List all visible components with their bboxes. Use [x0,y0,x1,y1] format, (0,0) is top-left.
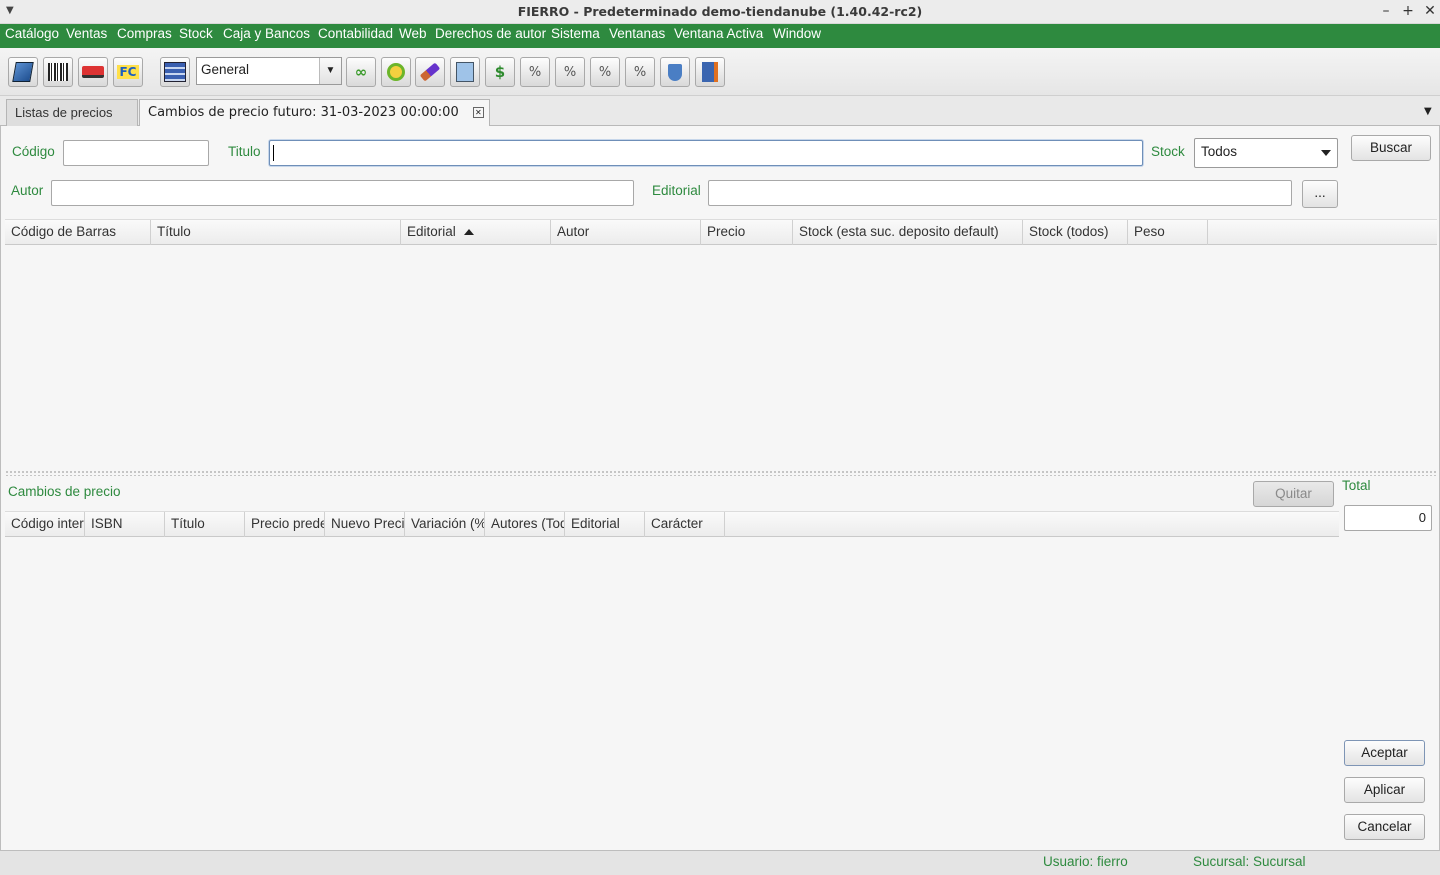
tab-cambios-de-precio-futuro[interactable]: Cambios de precio futuro: 31-03-2023 00:… [139,99,490,127]
menu-compras[interactable]: Compras [117,26,172,41]
close-window-button[interactable]: ✕ [1421,3,1439,19]
column-isbn[interactable]: ISBN [85,512,165,537]
codigo-label: Código [12,144,55,159]
menu-ventana-activa[interactable]: Ventana Activa [674,26,763,41]
column-autor[interactable]: Autor [551,220,701,245]
cancelar-button[interactable]: Cancelar [1344,814,1425,840]
editorial-label: Editorial [652,183,701,198]
results-table-header: Código de Barras Título Editorial Autor … [5,219,1437,245]
total-label: Total [1342,478,1371,493]
stock-select[interactable]: Todos [1194,138,1338,168]
menu-caja-y-bancos[interactable]: Caja y Bancos [223,26,310,41]
tab-label: Listas de precios [15,105,113,120]
titulo-input[interactable] [269,140,1143,166]
column-nuevo-precio[interactable]: Nuevo Preci [325,512,405,537]
target-icon[interactable] [381,57,411,87]
column-variacion[interactable]: Variación (% [405,512,485,537]
search-doc-icon[interactable] [450,57,480,87]
money-edit-icon[interactable]: $ [485,57,515,87]
status-usuario: Usuario: fierro [1043,854,1128,869]
column-titulo[interactable]: Título [165,512,245,537]
buscar-button[interactable]: Buscar [1351,135,1431,161]
autor-label: Autor [11,183,44,198]
editorial-more-button[interactable]: ... [1302,180,1338,208]
stock-label: Stock [1151,144,1185,159]
changes-table-header: Código interr ISBN Título Precio prede N… [5,511,1339,537]
toolbar-selector-value: General [201,62,250,77]
menu-window[interactable]: Window [773,26,821,41]
maximize-button[interactable]: + [1399,3,1417,19]
tab-list-chevron-icon[interactable]: ▼ [1424,106,1432,117]
total-field: 0 [1344,505,1432,531]
column-peso[interactable]: Peso [1128,220,1208,245]
percent-edit-icon[interactable]: % [625,57,655,87]
quitar-button[interactable]: Quitar [1253,481,1334,507]
split-pane-divider[interactable] [5,470,1437,476]
stock-select-value: Todos [1201,144,1238,159]
menu-contabilidad[interactable]: Contabilidad [318,26,393,41]
column-editorial-label: Editorial [407,224,456,239]
column-autores[interactable]: Autores (Tod [485,512,565,537]
percent-edit-icon[interactable]: % [520,57,550,87]
menu-catalogo[interactable]: Catálogo [5,26,59,41]
menu-web[interactable]: Web [399,26,427,41]
menu-ventanas[interactable]: Ventanas [609,26,665,41]
changes-table-body[interactable] [5,538,1339,838]
toolbar: FC General ▼ ∞ $ % % % % [0,48,1440,96]
column-editorial[interactable]: Editorial [401,220,551,245]
percent-edit-icon[interactable]: % [555,57,585,87]
content-panel: Código Titulo Stock Todos Buscar Autor E… [0,126,1440,850]
menu-ventas[interactable]: Ventas [66,26,107,41]
links-icon[interactable]: ∞ [346,57,376,87]
column-caracter[interactable]: Carácter [645,512,725,537]
toolbar-selector[interactable]: General ▼ [196,57,342,85]
autor-input[interactable] [51,180,634,206]
truck-icon[interactable] [78,57,108,87]
aceptar-button[interactable]: Aceptar [1344,740,1425,766]
tab-bar: Listas de precios Cambios de precio futu… [0,96,1440,127]
book-icon[interactable] [8,57,38,87]
menu-stock[interactable]: Stock [179,26,213,41]
barcode-icon[interactable] [43,57,73,87]
stack-icon[interactable] [160,57,190,87]
minimize-button[interactable]: – [1377,3,1395,19]
aplicar-button[interactable]: Aplicar [1344,777,1425,803]
codigo-input[interactable] [63,140,209,166]
tab-listas-de-precios[interactable]: Listas de precios [6,99,138,126]
menu-derechos-de-autor[interactable]: Derechos de autor [435,26,546,41]
chevron-down-icon [1321,150,1331,156]
window-title: FIERRO - Predeterminado demo-tiendanube … [517,4,923,19]
close-tab-icon[interactable]: ✕ [472,107,484,118]
shield-icon[interactable] [660,57,690,87]
window-titlebar: ▼ FIERRO - Predeterminado demo-tiendanub… [0,0,1440,24]
column-precio-predeterminado[interactable]: Precio prede [245,512,325,537]
column-codigo-interno[interactable]: Código interr [5,512,85,537]
invoice-fc-icon[interactable]: FC [113,57,143,87]
menu-bar: Catálogo Ventas Compras Stock Caja y Ban… [0,24,1440,48]
menu-sistema[interactable]: Sistema [551,26,600,41]
chevron-down-icon: ▼ [319,58,341,84]
status-bar: Usuario: fierro Sucursal: Sucursal [0,850,1440,875]
column-precio[interactable]: Precio [701,220,793,245]
results-table-body[interactable] [5,246,1437,468]
status-sucursal: Sucursal: Sucursal [1193,854,1306,869]
eraser-icon[interactable] [415,57,445,87]
tab-label: Cambios de precio futuro: 31-03-2023 00:… [148,105,459,120]
percent-edit-icon[interactable]: % [590,57,620,87]
column-editorial[interactable]: Editorial [565,512,645,537]
exit-icon[interactable] [695,57,725,87]
text-caret [273,145,274,161]
column-codigo-de-barras[interactable]: Código de Barras [5,220,151,245]
titulo-label: Titulo [228,144,261,159]
cambios-de-precio-title: Cambios de precio [8,484,121,499]
column-titulo[interactable]: Título [151,220,401,245]
editorial-input[interactable] [708,180,1292,206]
column-stock-todos[interactable]: Stock (todos) [1023,220,1128,245]
sort-ascending-icon [463,229,474,236]
column-stock-suc[interactable]: Stock (esta suc. deposito default) [793,220,1023,245]
